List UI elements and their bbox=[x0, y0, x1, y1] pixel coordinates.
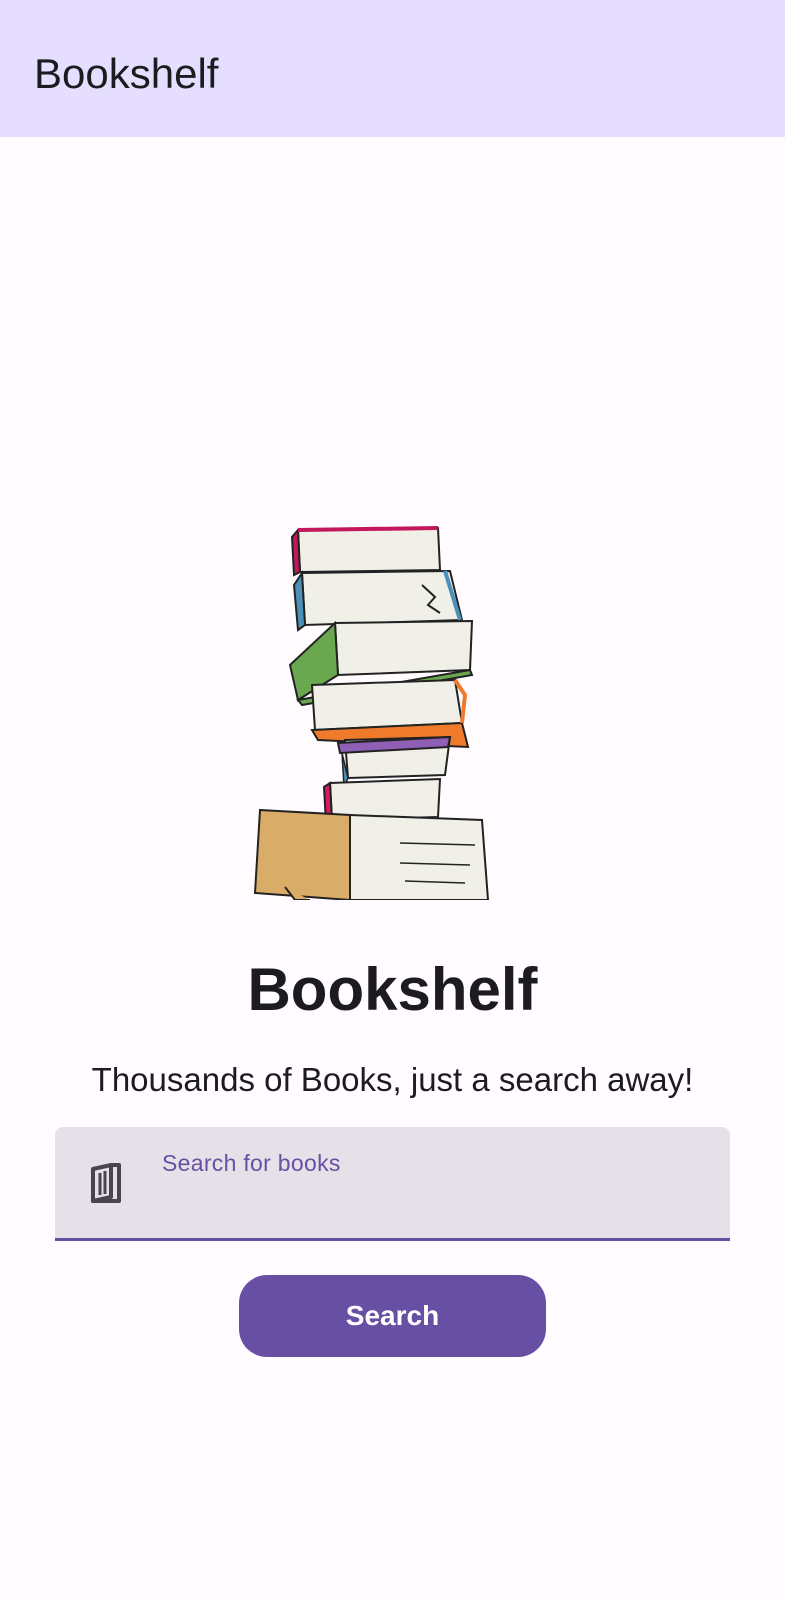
search-input[interactable] bbox=[162, 1183, 702, 1223]
top-app-bar: Bookshelf bbox=[0, 0, 785, 137]
app-bar-title: Bookshelf bbox=[34, 50, 219, 97]
search-button[interactable]: Search bbox=[239, 1275, 546, 1357]
hero-subtitle: Thousands of Books, just a search away! bbox=[91, 1061, 694, 1098]
search-field[interactable]: Search for books bbox=[55, 1127, 730, 1241]
stack-of-books-illustration bbox=[253, 526, 490, 900]
book-icon bbox=[91, 1163, 121, 1203]
hero-title: Bookshelf bbox=[247, 956, 538, 1023]
search-field-label: Search for books bbox=[162, 1150, 341, 1176]
